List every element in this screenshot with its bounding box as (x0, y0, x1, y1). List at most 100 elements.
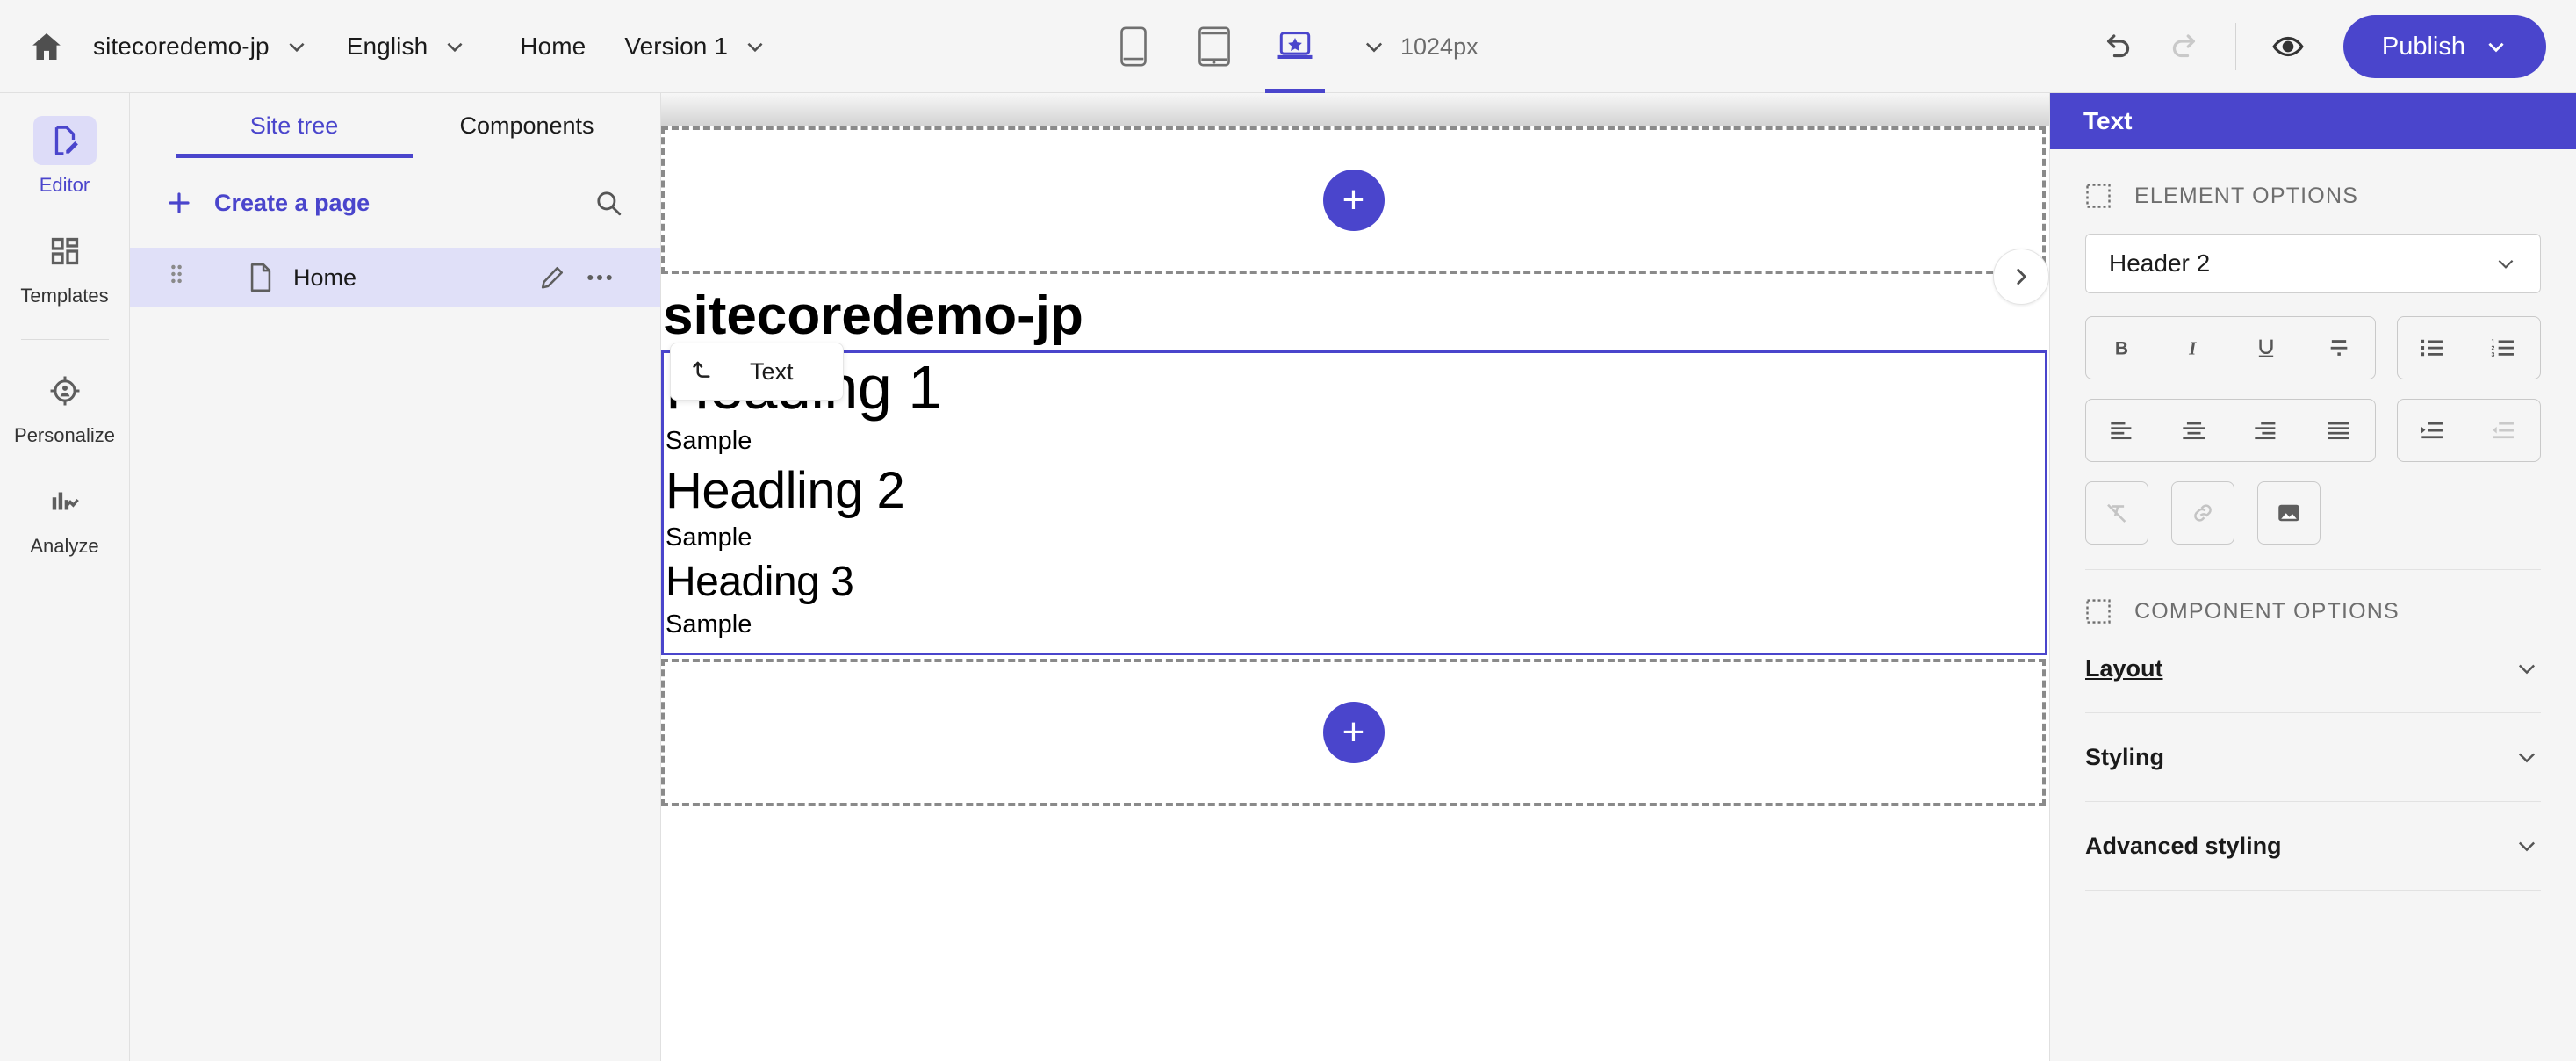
page-name: Home (520, 32, 586, 60)
chevron-down-icon[interactable] (1362, 34, 1386, 59)
table-row[interactable]: Home (130, 248, 660, 307)
properties-panel: Text ELEMENT OPTIONS Header 2 B I 1 2 3 … (2049, 93, 2576, 1061)
canvas-heading-3[interactable]: Heading 3 (666, 559, 2040, 606)
accordion-styling[interactable]: Styling (2050, 713, 2576, 801)
selected-text-component[interactable]: Heading 1 Sample Headling 2 Sample Headi… (661, 350, 2047, 655)
element-type-select-wrap: Header 2 (2050, 209, 2576, 293)
tab-components[interactable]: Components (413, 93, 641, 158)
undo-button[interactable] (2086, 14, 2151, 79)
accordion-advanced-styling[interactable]: Advanced styling (2050, 802, 2576, 890)
add-component-button[interactable]: + (1322, 170, 1385, 231)
sidebar-item-analyze[interactable]: Analyze (0, 477, 130, 558)
align-group (2085, 399, 2376, 462)
top-toolbar: sitecoredemo-jp English Home Version 1 1… (0, 0, 2576, 93)
chevron-down-icon (2515, 745, 2539, 769)
chevron-down-icon[interactable] (443, 35, 466, 58)
page-file-icon (248, 263, 274, 292)
dashed-box-icon (2085, 598, 2112, 624)
redo-icon (2168, 31, 2199, 62)
canvas-sample-2[interactable]: Sample (666, 519, 2040, 559)
link-button[interactable] (2171, 481, 2234, 545)
chevron-down-icon (2494, 252, 2517, 275)
italic-button[interactable]: I (2158, 317, 2230, 379)
sidebar-item-label: Personalize (14, 424, 115, 446)
canvas-heading-2[interactable]: Headling 2 (666, 462, 2040, 520)
section-title: ELEMENT OPTIONS (2134, 183, 2359, 208)
toolbar-row-2 (2085, 399, 2541, 462)
align-right-button[interactable] (2230, 400, 2302, 461)
canvas-sample-3[interactable]: Sample (666, 606, 2040, 646)
viewport-width-label: 1024px (1400, 32, 1479, 60)
language-label[interactable]: English (347, 32, 428, 61)
create-page-label: Create a page (214, 189, 371, 216)
redo-button[interactable] (2151, 14, 2216, 79)
sidebar-item-label: Analyze (30, 535, 99, 557)
panel-title: Text (2050, 93, 2576, 149)
element-type-select[interactable]: Header 2 (2085, 234, 2541, 293)
align-justify-button[interactable] (2302, 400, 2374, 461)
canvas-site-title: sitecoredemo-jp (663, 285, 1083, 346)
canvas-panel-toggle-button[interactable] (1993, 249, 2049, 305)
device-desktop-button[interactable] (1255, 0, 1335, 93)
indent-decrease-button[interactable] (2469, 400, 2540, 461)
edit-page-button[interactable] (529, 264, 576, 291)
tab-site-tree[interactable]: Site tree (176, 93, 413, 158)
drop-zone-top[interactable]: + (661, 126, 2046, 274)
laptop-star-icon (1276, 30, 1314, 63)
add-component-button[interactable]: + (1322, 701, 1385, 763)
drop-zone-bottom[interactable]: + (661, 658, 2046, 806)
device-mobile-button[interactable] (1093, 0, 1174, 93)
language-selector[interactable]: English (347, 32, 467, 61)
preview-button[interactable] (2256, 14, 2321, 79)
top-right-tools: Publish (2086, 0, 2546, 93)
chevron-down-icon[interactable] (744, 35, 766, 58)
element-type-value: Header 2 (2109, 249, 2211, 277)
sidebar-item-personalize[interactable]: Personalize (0, 366, 130, 447)
svg-text:3: 3 (2492, 352, 2495, 358)
chevron-down-icon[interactable] (285, 35, 308, 58)
site-tree-panel: Site tree Components Create a page Home (130, 93, 661, 1061)
sidebar-item-templates[interactable]: Templates (0, 227, 130, 307)
underline-button[interactable] (2230, 317, 2302, 379)
target-person-icon (33, 366, 97, 415)
bulleted-list-button[interactable] (2398, 317, 2469, 379)
device-tablet-button[interactable] (1174, 0, 1255, 93)
publish-button[interactable]: Publish (2342, 15, 2546, 78)
sidebar-item-editor[interactable]: Editor (0, 116, 130, 197)
mobile-icon (1119, 26, 1148, 67)
version-label[interactable]: Version 1 (624, 32, 728, 61)
dashed-box-icon (2085, 183, 2112, 209)
image-button[interactable] (2257, 481, 2321, 545)
page-name-group: Home (520, 32, 586, 61)
version-selector[interactable]: Version 1 (624, 32, 766, 61)
canvas-heading-1[interactable]: Heading 1 (666, 353, 2040, 422)
site-selector[interactable]: sitecoredemo-jp (93, 32, 308, 61)
site-tree-tabs: Site tree Components (130, 93, 660, 158)
tab-label: Site tree (249, 112, 339, 139)
drag-handle-icon[interactable] (160, 264, 193, 291)
strikethrough-button[interactable] (2302, 317, 2374, 379)
chevron-down-icon[interactable] (2485, 35, 2508, 58)
svg-text:2: 2 (2492, 345, 2495, 351)
clear-formatting-button[interactable] (2085, 481, 2148, 545)
site-name[interactable]: sitecoredemo-jp (93, 32, 270, 61)
return-arrow-icon (690, 358, 716, 385)
analytics-chart-icon (33, 477, 97, 526)
list-item-label: Home (293, 263, 357, 291)
bold-button[interactable]: B (2086, 317, 2158, 379)
search-icon[interactable] (594, 188, 623, 218)
more-options-button[interactable] (576, 273, 623, 282)
canvas-sample-1[interactable]: Sample (666, 422, 2040, 462)
accordion-label: Advanced styling (2085, 832, 2282, 859)
component-type-tooltip[interactable]: Text (670, 343, 844, 401)
home-button[interactable] (0, 0, 93, 92)
numbered-list-button[interactable]: 1 2 3 (2469, 317, 2540, 379)
svg-text:1: 1 (2492, 339, 2495, 345)
create-page-button[interactable]: Create a page (165, 189, 370, 217)
ellipsis-icon (586, 273, 613, 282)
document-edit-icon (32, 116, 97, 165)
indent-increase-button[interactable] (2398, 400, 2469, 461)
accordion-layout[interactable]: Layout (2050, 624, 2576, 712)
align-left-button[interactable] (2086, 400, 2158, 461)
align-center-button[interactable] (2158, 400, 2230, 461)
